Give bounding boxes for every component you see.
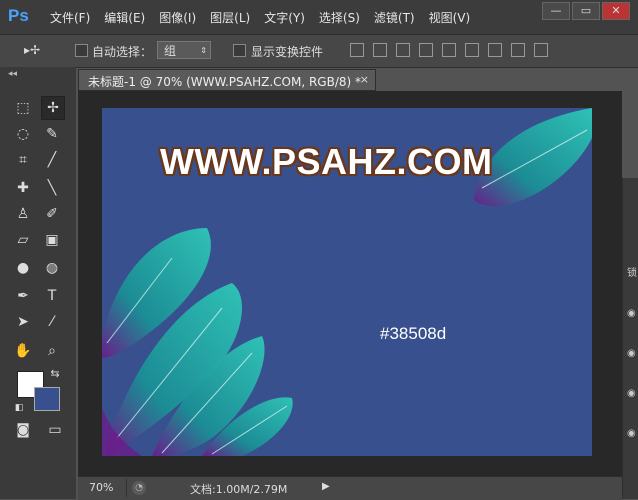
align-right-icon[interactable]: [465, 43, 479, 57]
align-vcenter-icon[interactable]: [373, 43, 387, 57]
dodge-tool-icon[interactable]: ◍: [41, 257, 63, 279]
hand-tool-icon[interactable]: ✋: [12, 340, 34, 362]
lasso-tool-icon[interactable]: ◌: [12, 123, 34, 145]
menu-type[interactable]: 文字(Y): [264, 9, 305, 26]
main-menu: 文件(F) 编辑(E) 图像(I) 图层(L) 文字(Y) 选择(S) 滤镜(T…: [50, 9, 484, 26]
minimize-button[interactable]: —: [542, 2, 570, 20]
line-tool-icon[interactable]: ⁄: [41, 311, 63, 333]
quick-mask-icon[interactable]: ◙: [12, 419, 34, 441]
menu-view[interactable]: 视图(V): [429, 9, 471, 26]
visibility-eye-icon[interactable]: ◉: [627, 348, 636, 359]
blur-tool-icon[interactable]: ●: [12, 257, 34, 279]
menu-file[interactable]: 文件(F): [50, 9, 90, 26]
align-hcenter-icon[interactable]: [442, 43, 456, 57]
background-color-swatch[interactable]: [34, 387, 60, 411]
gradient-tool-icon[interactable]: ▣: [41, 229, 63, 251]
document-tab[interactable]: 未标题-1 @ 70% (WWW.PSAHZ.COM, RGB/8) * ×: [78, 69, 376, 91]
document-canvas[interactable]: WWW.PSAHZ.COM #38508d: [102, 108, 592, 456]
auto-select-label: 自动选择：: [92, 45, 153, 59]
bottom-left-feathers: [102, 228, 293, 456]
history-brush-icon[interactable]: ✐: [41, 203, 63, 225]
document-tab-title: 未标题-1 @ 70% (WWW.PSAHZ.COM, RGB/8) *: [88, 75, 361, 89]
menu-filter[interactable]: 滤镜(T): [374, 9, 415, 26]
right-panel-label: 锁: [627, 268, 637, 279]
distribute-top-icon[interactable]: [488, 43, 502, 57]
window-controls: — ▭ ✕: [540, 2, 630, 20]
auto-select-dropdown[interactable]: 组 ⇕: [157, 41, 211, 59]
watermark-text: WWW.PSAHZ.COM: [160, 141, 493, 182]
menu-edit[interactable]: 编辑(E): [104, 9, 145, 26]
status-divider: [126, 479, 127, 497]
zoom-tool-icon[interactable]: ⌕: [41, 340, 63, 362]
auto-select-value: 组: [164, 44, 177, 58]
show-transform-label: 显示变换控件: [251, 45, 324, 59]
visibility-eye-icon[interactable]: ◉: [627, 428, 636, 439]
type-tool-icon[interactable]: T: [41, 285, 63, 307]
chevron-updown-icon: ⇕: [200, 46, 207, 55]
healing-brush-icon[interactable]: ✚: [12, 177, 34, 199]
right-panel-strip: 锁 ◉ ◉ ◉ ◉: [622, 178, 638, 499]
auto-select-checkbox[interactable]: [75, 44, 88, 57]
align-bottom-icon[interactable]: [396, 43, 410, 57]
distribute-bottom-icon[interactable]: [534, 43, 548, 57]
collapse-icon[interactable]: ◂◂: [8, 69, 17, 79]
close-tab-icon[interactable]: ×: [360, 73, 369, 86]
toolbox: ◂◂ ⬚ ✢ ◌ ✎ ⌗ ╱ ✚ ╲ ♙ ✐ ▱ ▣ ● ◍ ✒ T ➤ ⁄ ✋…: [0, 67, 76, 499]
eraser-tool-icon[interactable]: ▱: [12, 229, 34, 251]
move-tool-icon[interactable]: ✢: [41, 96, 65, 120]
status-menu-arrow-icon[interactable]: ▶: [322, 481, 330, 492]
path-select-tool-icon[interactable]: ➤: [12, 311, 34, 333]
swap-colors-icon[interactable]: ⇆: [44, 363, 66, 385]
status-info-icon[interactable]: ◔: [132, 481, 146, 495]
restore-button[interactable]: ▭: [572, 2, 600, 20]
show-transform-checkbox[interactable]: [233, 44, 246, 57]
clone-stamp-icon[interactable]: ♙: [12, 203, 34, 225]
menu-select[interactable]: 选择(S): [319, 9, 360, 26]
default-colors-icon[interactable]: ◧: [8, 397, 30, 419]
align-top-icon[interactable]: [350, 43, 364, 57]
visibility-eye-icon[interactable]: ◉: [627, 308, 636, 319]
quick-select-tool-icon[interactable]: ✎: [41, 123, 63, 145]
marquee-tool-icon[interactable]: ⬚: [12, 97, 34, 119]
pen-tool-icon[interactable]: ✒: [12, 285, 34, 307]
brush-tool-icon[interactable]: ╲: [41, 177, 63, 199]
eyedropper-tool-icon[interactable]: ╱: [41, 149, 63, 171]
menu-bar: Ps 文件(F) 编辑(E) 图像(I) 图层(L) 文字(Y) 选择(S) 滤…: [0, 0, 638, 34]
photoshop-logo: Ps: [8, 6, 29, 25]
menu-image[interactable]: 图像(I): [159, 9, 196, 26]
zoom-level[interactable]: 70%: [89, 481, 113, 494]
align-left-icon[interactable]: [419, 43, 433, 57]
options-bar: ▸✢ 自动选择： 组 ⇕ 显示变换控件: [0, 34, 638, 68]
align-buttons: [350, 43, 557, 57]
status-bar: 70% ◔ 文档:1.00M/2.79M ▶: [78, 476, 622, 500]
close-button[interactable]: ✕: [602, 2, 630, 20]
move-tool-preset-icon[interactable]: ▸✢: [24, 43, 60, 59]
color-hex-label: #38508d: [380, 324, 447, 343]
visibility-eye-icon[interactable]: ◉: [627, 388, 636, 399]
menu-layer[interactable]: 图层(L): [210, 9, 250, 26]
document-size-info: 文档:1.00M/2.79M: [190, 483, 288, 496]
crop-tool-icon[interactable]: ⌗: [12, 149, 34, 171]
screen-mode-icon[interactable]: ▭: [44, 419, 66, 441]
distribute-vcenter-icon[interactable]: [511, 43, 525, 57]
